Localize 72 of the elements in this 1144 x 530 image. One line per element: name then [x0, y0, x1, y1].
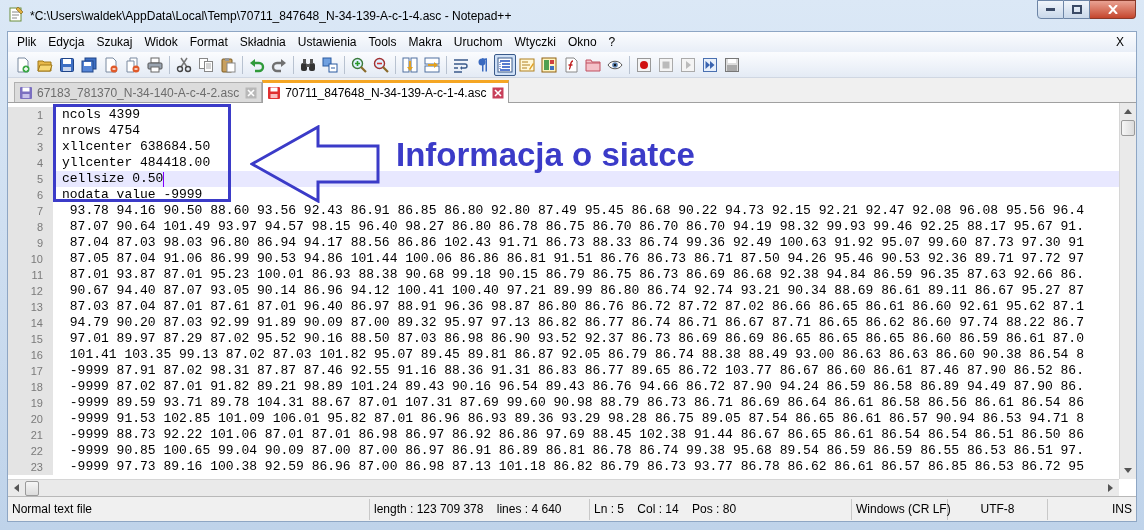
code-line: -9999 87.02 87.01 91.82 89.21 98.89 101.24 89.43 90.16 96.54 89.43 86.76 94.66 86.72 87.90 94.24 86.59 86.58 86.89 94.49 87.90 86.: [68, 379, 1084, 395]
status-text: length : 123 709 378 lines : 4 640: [374, 501, 562, 518]
line-number: 6: [8, 187, 53, 203]
tab[interactable]: 70711_847648_N-34-139-A-c-1-4.asc: [262, 80, 510, 103]
code-line: 90.67 94.40 87.07 93.05 90.14 86.96 94.12 100.41 100.40 97.21 89.99 86.80 86.74 92.74 93.21 90.34 88.69 86.61 89.11 86.67 95.27 87: [68, 283, 1084, 299]
menu-item[interactable]: Edycja: [42, 33, 91, 51]
line-number: 23: [8, 459, 53, 475]
status-text: Windows (CR LF): [856, 501, 951, 518]
menu-item[interactable]: Makra: [402, 33, 448, 51]
menu-item[interactable]: Tools: [362, 33, 403, 51]
line-number: 3: [8, 139, 53, 155]
line-number: 1: [8, 107, 53, 123]
window-title: *C:\Users\waldek\AppData\Local\Temp\70711_847648_N-34-139-A-c-1-4.asc - Notepad++: [30, 8, 512, 25]
tab-label: 70711_847648_N-34-139-A-c-1-4.asc: [285, 85, 487, 102]
code-line: -9999 90.85 100.65 99.04 90.09 87.00 87.00 86.97 86.91 86.89 86.81 86.78 86.74 99.38 95.68 89.54 86.59 86.59 86.55 86.53 86.51 97.: [68, 443, 1084, 459]
line-number: 13: [8, 299, 53, 315]
line-number: 14: [8, 315, 53, 331]
line-number: 8: [8, 219, 53, 235]
code-line: -9999 88.73 92.22 101.06 87.01 87.01 86.98 86.97 86.92 86.86 97.69 88.45 102.38 91.44 86.67 86.65 86.61 86.54 86.54 86.51 86.50 86: [68, 427, 1084, 443]
line-number: 9: [8, 235, 53, 251]
code-line: 97.01 89.97 87.29 87.02 95.52 90.16 88.50 87.03 86.98 86.90 93.52 92.37 86.73 86.69 86.69 86.65 86.65 86.65 86.60 86.59 86.61 87.0: [68, 331, 1084, 347]
menu-item[interactable]: Plik: [11, 33, 43, 51]
menu-item[interactable]: Ustawienia: [291, 33, 363, 51]
code-line: 93.78 94.16 90.50 88.60 93.56 92.43 86.91 86.85 86.80 92.80 87.49 95.45 86.68 90.22 94.73 92.15 92.21 92.47 92.08 96.08 95.56 96.4: [68, 203, 1084, 219]
line-number: 17: [8, 363, 53, 379]
menu-item[interactable]: Format: [183, 33, 234, 51]
status-text: Normal text file: [12, 501, 93, 518]
code-line: nrows 4754: [62, 123, 140, 139]
code-line: -9999 89.59 93.71 89.78 104.31 88.67 87.01 107.31 87.69 99.60 90.98 88.79 86.73 86.71 86.69 86.64 86.61 86.58 86.56 86.61 86.54 86: [68, 395, 1084, 411]
code-line: 101.41 103.35 99.13 87.02 87.03 101.82 95.07 89.45 89.81 86.87 92.05 86.79 86.74 88.38 88.49 93.00 86.63 86.63 86.60 90.38 86.54 8: [68, 347, 1084, 363]
code-line: nodata value -9999: [62, 187, 203, 203]
code-line: -9999 87.91 87.02 98.31 87.87 87.46 92.55 91.16 88.36 91.31 86.83 86.77 89.65 86.72 103.77 86.67 86.60 86.61 87.46 87.90 86.52 86.: [68, 363, 1084, 379]
menu-item[interactable]: Uruchom: [447, 33, 509, 51]
line-number: 5: [8, 171, 53, 187]
line-number: 20: [8, 411, 53, 427]
tab[interactable]: 67183_781370_N-34-140-A-c-4-2.asc: [14, 82, 263, 102]
menu-item[interactable]: Składnia: [233, 33, 292, 51]
annotation-label: Informacja o siatce: [396, 135, 695, 175]
menu-item[interactable]: Szukaj: [90, 33, 139, 51]
code-line: -9999 91.53 102.85 101.09 106.01 95.82 87.01 86.96 86.93 89.36 93.29 98.28 86.75 89.05 87.54 86.65 86.61 86.57 90.94 86.53 94.71 8: [68, 411, 1084, 427]
menu-item[interactable]: Wtyczki: [508, 33, 562, 51]
status-text: INS: [1112, 501, 1132, 518]
line-number: 22: [8, 443, 53, 459]
close-document-button[interactable]: X: [1112, 33, 1128, 51]
code-line: 87.01 93.87 87.01 95.23 100.01 86.93 88.38 90.68 99.18 90.15 86.79 86.75 86.73 86.69 86.68 92.38 94.84 86.59 96.35 87.63 92.66 86.: [68, 267, 1084, 283]
line-number: 21: [8, 427, 53, 443]
status-text: Ln : 5 Col : 14 Pos : 80: [594, 501, 737, 518]
line-number: 11: [8, 267, 53, 283]
status-text: UTF-8: [980, 501, 1015, 518]
menu-item[interactable]: Widok: [138, 33, 184, 51]
line-number: 4: [8, 155, 53, 171]
menu-item[interactable]: ?: [602, 33, 622, 51]
code-line: 87.05 87.04 91.06 86.99 90.53 94.86 101.44 100.06 86.86 86.81 91.51 86.76 86.73 86.71 87.50 94.26 95.46 90.53 92.36 89.71 97.72 97: [68, 251, 1084, 267]
code-line: cellsize 0.50: [62, 171, 164, 187]
code-line: 87.07 90.64 101.49 93.97 94.57 98.15 96.40 98.27 86.80 86.78 86.75 86.70 86.70 86.70 94.19 98.32 99.93 99.46 92.25 88.17 95.67 91.: [68, 219, 1084, 235]
tab-label: 67183_781370_N-34-140-A-c-4-2.asc: [37, 84, 240, 102]
line-number: 10: [8, 251, 53, 267]
code-line: yllcenter 484418.00: [62, 155, 211, 171]
code-line: 87.03 87.04 87.01 87.61 87.01 96.40 86.97 88.91 96.36 98.87 86.80 86.76 86.72 87.72 87.02 86.66 86.65 86.61 86.60 92.61 95.62 87.1: [68, 299, 1084, 315]
line-number: 12: [8, 283, 53, 299]
line-number: 7: [8, 203, 53, 219]
line-number: 16: [8, 347, 53, 363]
line-number: 19: [8, 395, 53, 411]
code-line: xllcenter 638684.50: [62, 139, 211, 155]
line-number: 2: [8, 123, 53, 139]
code-line: -9999 97.73 89.16 100.38 92.59 86.96 87.00 86.98 87.13 101.18 86.82 86.79 86.73 93.77 86.78 86.62 86.61 86.57 86.85 86.53 86.72 95: [68, 459, 1084, 475]
code-line: 94.79 90.20 87.03 92.99 91.89 90.09 87.00 89.32 95.97 97.13 86.82 86.77 86.74 86.71 86.67 87.71 86.65 86.62 86.60 97.74 88.22 86.7: [68, 315, 1084, 331]
code-line: ncols 4399: [62, 107, 140, 123]
menu-item[interactable]: Okno: [561, 33, 603, 51]
line-number: 15: [8, 331, 53, 347]
code-line: 87.04 87.03 98.03 96.80 86.94 94.17 88.56 86.86 102.43 91.71 86.73 88.33 86.74 99.36 92.49 100.63 91.92 95.07 99.60 87.73 97.30 91: [68, 235, 1084, 251]
line-number: 18: [8, 379, 53, 395]
